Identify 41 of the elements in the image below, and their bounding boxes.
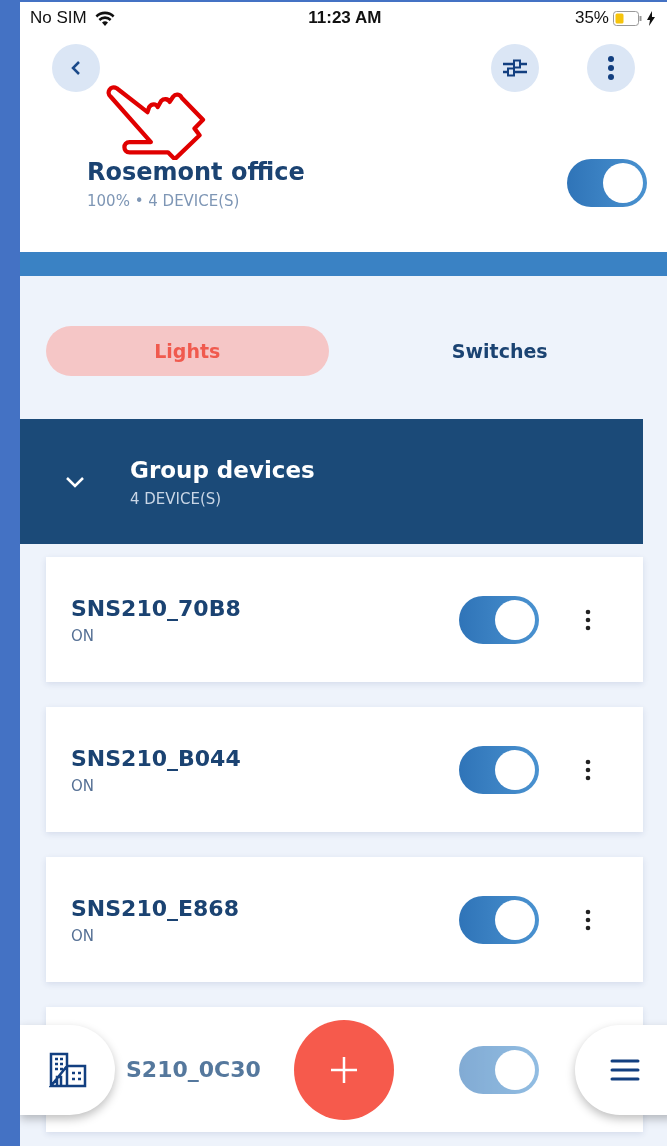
device-name: SNS210_B044 — [71, 744, 241, 773]
more-button[interactable] — [587, 44, 635, 92]
clock-time: 11:23 AM — [308, 7, 382, 30]
device-card[interactable]: SNS210_70B8 ON — [46, 557, 643, 682]
battery-icon — [613, 10, 643, 26]
menu-icon — [610, 1058, 640, 1082]
filter-button[interactable] — [491, 44, 539, 92]
device-name: SNS210_70B8 — [71, 594, 241, 623]
tab[interactable]: Switches — [358, 326, 641, 376]
more-icon — [607, 55, 615, 81]
device-name: S210_0C30 — [126, 1056, 261, 1084]
device-card[interactable]: SNS210_E868 ON — [46, 857, 643, 982]
room-summary: 100% • 4 DEVICE(S) — [87, 191, 241, 212]
device-toggle[interactable] — [459, 745, 539, 794]
group-count: 4 DEVICE(S) — [130, 488, 223, 510]
room-toggle[interactable] — [567, 159, 647, 208]
wifi-icon — [94, 10, 115, 26]
device-status: ON — [71, 625, 96, 647]
device-toggle[interactable] — [459, 1045, 539, 1094]
more-icon[interactable] — [583, 908, 593, 931]
menu-button[interactable] — [575, 1025, 667, 1115]
device-name: SNS210_E868 — [71, 894, 239, 923]
carrier-label: No SIM — [30, 7, 87, 30]
chevron-left-icon — [70, 59, 82, 77]
room-title: Rosemont office — [87, 157, 305, 188]
device-toggle[interactable] — [459, 595, 539, 644]
more-icon[interactable] — [583, 758, 593, 781]
more-icon[interactable] — [583, 608, 593, 631]
battery-percent: 35% — [574, 7, 609, 30]
group-title: Group devices — [130, 456, 315, 485]
device-card[interactable]: SNS210_B044 ON — [46, 707, 643, 832]
group-header[interactable]: Group devices 4 DEVICE(S) — [20, 419, 643, 544]
device-status: ON — [71, 925, 96, 947]
plus-icon — [330, 1056, 358, 1084]
building-icon — [48, 1052, 87, 1088]
device-status: ON — [71, 775, 96, 797]
locations-button[interactable] — [20, 1025, 115, 1115]
sliders-icon — [502, 57, 528, 79]
chevron-icon — [64, 474, 86, 489]
device-toggle[interactable] — [459, 895, 539, 944]
charging-icon — [647, 10, 655, 26]
